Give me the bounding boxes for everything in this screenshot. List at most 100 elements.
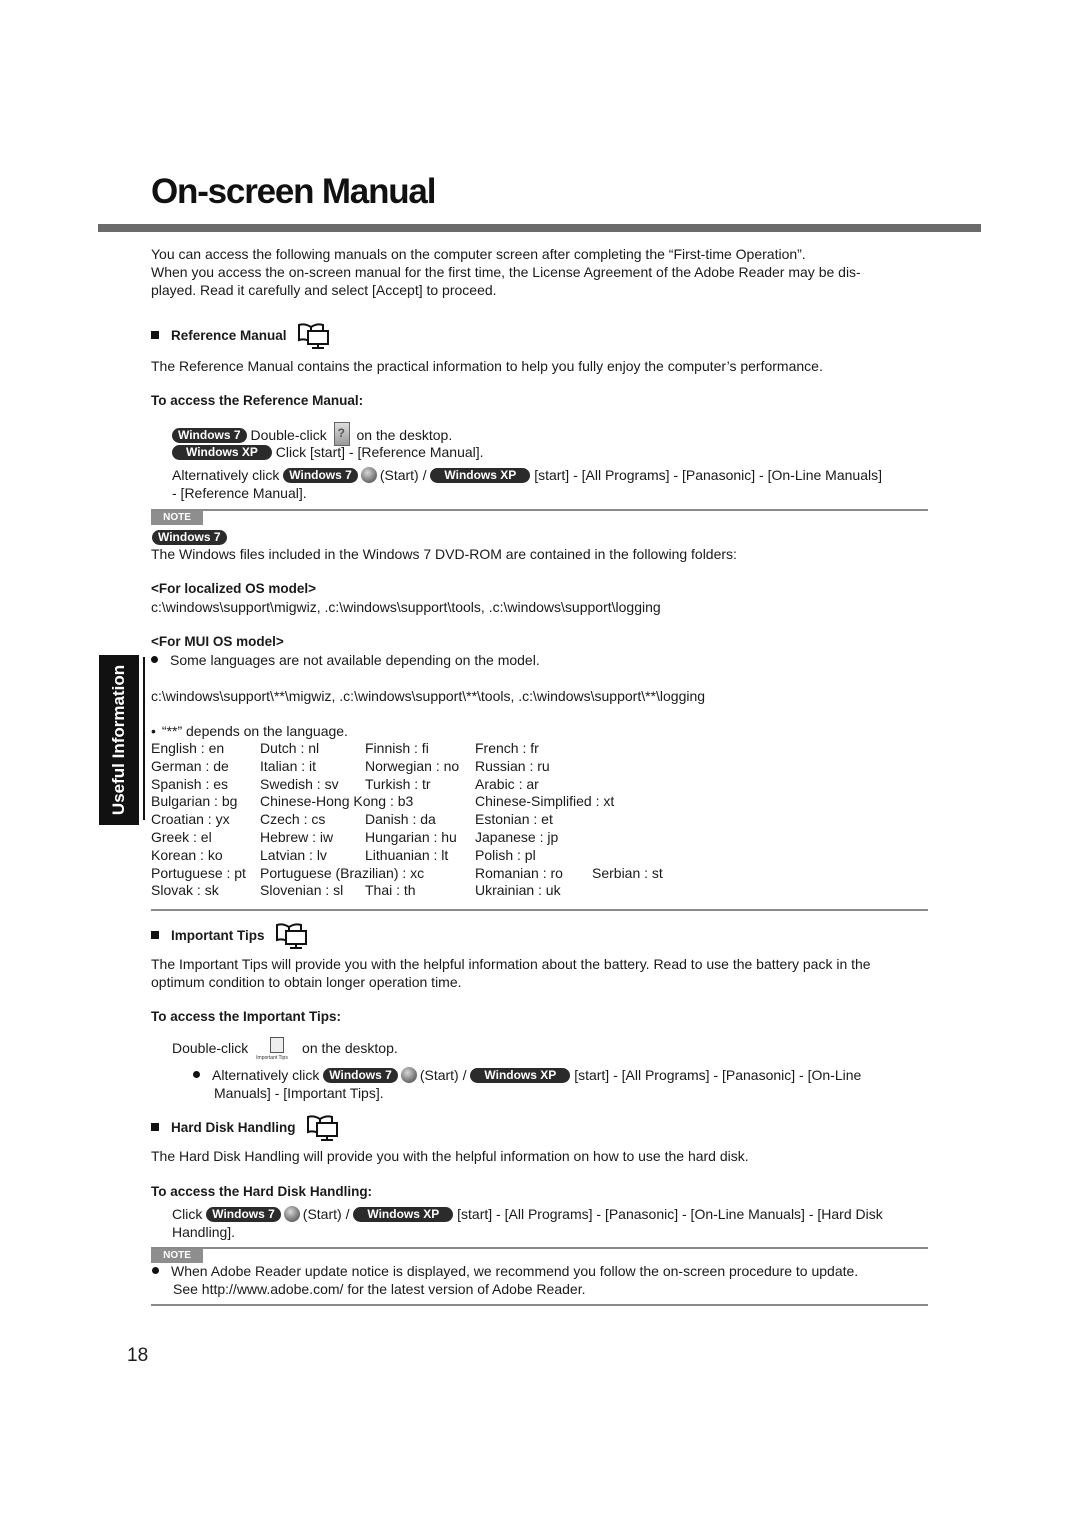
windows7-badge: Windows 7 (323, 1068, 398, 1083)
hard-disk-description: The Hard Disk Handling will provide you … (151, 1148, 749, 1164)
windowsxp-badge: Windows XP (470, 1068, 571, 1083)
note-text: See http://www.adobe.com/ for the latest… (173, 1281, 586, 1297)
language-code-cell: Slovak : sk (151, 882, 219, 899)
reference-manual-description: The Reference Manual contains the practi… (151, 358, 823, 374)
language-code-cell: Hebrew : iw (260, 828, 334, 845)
important-tips-desktop-icon[interactable]: Important Tips (256, 1037, 290, 1063)
reference-manual-heading: Reference Manual (151, 322, 931, 350)
note-divider (151, 1247, 928, 1249)
intro-line: You can access the following manuals on … (151, 246, 806, 262)
language-code-cell: Spanish : es (151, 775, 229, 792)
step-text: on the desktop. (356, 427, 453, 443)
note-text: When Adobe Reader update notice is displ… (171, 1263, 859, 1279)
menu-path: Manuals] - [Important Tips]. (214, 1085, 384, 1101)
step-text: (Start) / (419, 1067, 467, 1083)
language-code-cell (592, 776, 682, 794)
note-end-divider (151, 1304, 928, 1306)
windowsxp-badge: Windows XP (430, 468, 531, 483)
language-code-cell: English : en (151, 740, 225, 756)
windows-start-icon (400, 1067, 417, 1083)
on-screen-manual-icon (298, 323, 330, 349)
language-code-cell: Norwegian : no (365, 757, 460, 774)
bullet-text: Some languages are not available dependi… (170, 652, 540, 668)
menu-path: [start] - [All Programs] - [Panasonic] -… (534, 467, 882, 483)
bullet-icon (152, 1267, 159, 1274)
important-tips-alt-step: Alternatively click Windows 7 (Start) / W… (193, 1066, 933, 1102)
heading-text: Reference Manual (171, 328, 287, 343)
step-text: (Start) / (379, 467, 427, 483)
note-end-divider (151, 909, 928, 911)
language-code-cell: Polish : pl (475, 846, 536, 863)
depends-text: “**” depends on the language. (161, 723, 348, 739)
important-tips-access-heading: To access the Important Tips: (151, 1009, 342, 1024)
heading-text: Important Tips (171, 928, 265, 943)
language-code-cell: Swedish : sv (260, 775, 339, 792)
heading-text: Hard Disk Handling (171, 1120, 296, 1135)
description-line: optimum condition to obtain longer opera… (151, 974, 462, 990)
language-code-cell: Thai : th (365, 882, 416, 899)
important-tips-heading: Important Tips (151, 922, 931, 950)
language-code-cell: Bulgarian : bg (151, 793, 238, 810)
menu-path: [start] - [All Programs] - [Panasonic] -… (457, 1206, 883, 1222)
step-text: Alternatively click (212, 1067, 320, 1083)
language-code-cell (592, 847, 682, 865)
intro-line: When you access the on-screen manual for… (151, 264, 861, 280)
language-code-cell (592, 882, 682, 900)
language-code-cell: German : de (151, 757, 229, 774)
language-code-table: English : en Dutch : nl Finnish : fi French… (151, 740, 682, 900)
language-code-cell: Romanian : ro (475, 864, 563, 881)
language-code-cell: Slovenian : sl (260, 882, 344, 899)
side-rule (143, 657, 145, 820)
localized-os-path: c:\windows\support\migwiz, .c:\windows\s… (151, 599, 661, 615)
note-windows7-badge-row: Windows 7 (152, 529, 227, 545)
note-label: NOTE (151, 1249, 203, 1263)
mui-os-path: c:\windows\support\**\migwiz, .c:\window… (151, 688, 706, 704)
language-code-cell: Korean : ko (151, 846, 223, 863)
note-divider (151, 509, 928, 511)
language-code-cell (592, 740, 682, 758)
language-code-cell: Dutch : nl (260, 740, 320, 756)
intro-paragraph: You can access the following manuals on … (151, 245, 931, 299)
language-code-cell: Chinese-Simplified : xt (475, 793, 615, 810)
language-code-cell: Danish : da (365, 811, 436, 828)
icon-caption: Important Tips (256, 1055, 288, 1061)
step-text: Click (172, 1206, 203, 1222)
windows7-badge: Windows 7 (172, 428, 247, 443)
windows-start-icon (283, 1206, 300, 1222)
menu-path: Handling]. (172, 1224, 236, 1240)
bullet-icon (151, 656, 158, 663)
adobe-update-note: When Adobe Reader update notice is displ… (152, 1262, 932, 1298)
language-code-cell: Russian : ru (475, 757, 550, 774)
language-code-cell (592, 758, 682, 776)
on-screen-manual-icon (307, 1115, 339, 1141)
language-code-cell: Lithuanian : lt (365, 846, 449, 863)
language-code-cell: Finnish : fi (365, 740, 429, 756)
reference-access-heading: To access the Reference Manual: (151, 393, 364, 408)
language-code-cell: Italian : it (260, 757, 317, 774)
language-code-cell: Hungarian : hu (365, 828, 457, 845)
language-code-cell: Arabic : ar (475, 775, 539, 792)
language-code-cell: Latvian : lv (260, 846, 327, 863)
language-code-cell: Portuguese (Brazilian) : xc (260, 864, 425, 881)
note-label: NOTE (151, 511, 203, 525)
page-title: On-screen Manual (151, 172, 436, 211)
localized-os-heading: <For localized OS model> (151, 581, 317, 596)
windows-start-icon (360, 467, 377, 483)
reference-xp-step: Windows XP Click [start] - [Reference Ma… (172, 444, 484, 460)
step-text: (Start) / (302, 1206, 350, 1222)
windows7-badge: Windows 7 (283, 468, 358, 483)
language-code-cell: Serbian : st (592, 864, 663, 881)
side-tab-label: Useful Information (109, 664, 128, 816)
language-code-cell: Japanese : jp (475, 828, 559, 845)
language-code-cell: Portuguese : pt (151, 864, 246, 881)
reference-manual-desktop-icon[interactable] (333, 422, 350, 446)
language-code-cell (592, 793, 682, 811)
windowsxp-badge: Windows XP (172, 445, 272, 460)
note-text: The Windows files included in the Window… (151, 546, 737, 562)
step-text: Alternatively click (172, 467, 280, 483)
side-section-tab: Useful Information (99, 655, 139, 825)
important-tips-step: Double-click Important Tips on the deskt… (172, 1037, 398, 1063)
step-text: Click [start] - [Reference Manual]. (275, 444, 484, 460)
step-text: Double-click (250, 427, 327, 443)
hard-disk-step: Click Windows 7 (Start) / Windows XP [sta… (172, 1205, 932, 1241)
